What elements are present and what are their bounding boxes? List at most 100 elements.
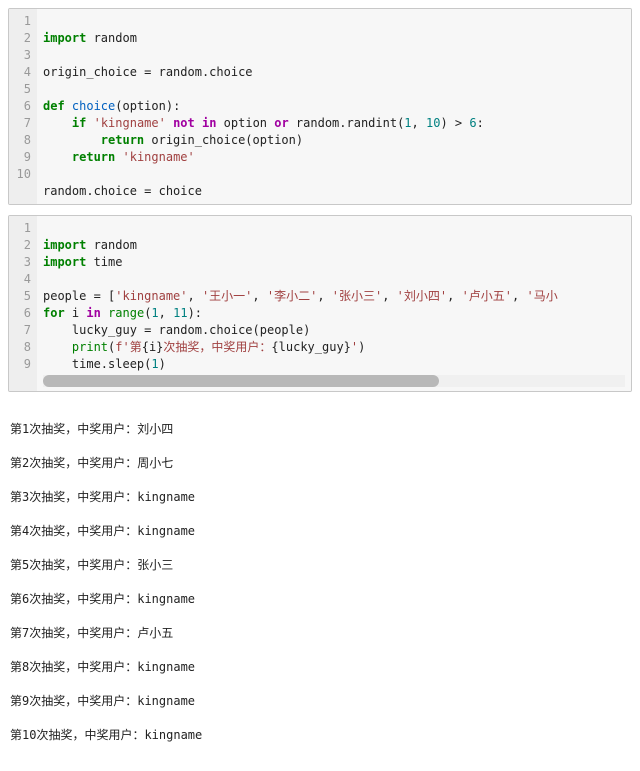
tok: option [216, 116, 274, 130]
output-line: 第6次抽奖，中奖用户：kingname [10, 591, 630, 608]
output-line: 第5次抽奖，中奖用户：张小三 [10, 557, 630, 574]
tok-for: for [43, 306, 65, 320]
output-line: 第7次抽奖，中奖用户：卢小五 [10, 625, 630, 642]
tok-import: import [43, 255, 86, 269]
tok: ) > [440, 116, 469, 130]
line-number: 6 [13, 305, 31, 322]
tok [101, 306, 108, 320]
tok-builtin: range [108, 306, 144, 320]
line-number: 2 [13, 237, 31, 254]
line-number: 10 [13, 166, 31, 183]
tok-num: 1 [404, 116, 411, 130]
line-number: 9 [13, 149, 31, 166]
tok-or: or [274, 116, 288, 130]
code-area-2[interactable]: 1 2 3 4 5 6 7 8 9 import random import t… [9, 216, 631, 391]
tok [86, 116, 93, 130]
tok: , [512, 289, 526, 303]
tok: , [447, 289, 461, 303]
tok-num: 10 [426, 116, 440, 130]
output-line: 第9次抽奖，中奖用户：kingname [10, 693, 630, 710]
tok-import: import [43, 31, 86, 45]
tok: people = [ [43, 289, 115, 303]
tok: ) [358, 340, 365, 354]
tok-in: in [86, 306, 100, 320]
line-number: 8 [13, 339, 31, 356]
code-editor-2[interactable]: import random import time people = ['kin… [37, 216, 631, 391]
tok-fstr: f'第 [115, 340, 141, 354]
line-number: 5 [13, 288, 31, 305]
line-number: 4 [13, 64, 31, 81]
output-line: 第1次抽奖，中奖用户：刘小四 [10, 421, 630, 438]
tok-num: 6 [469, 116, 476, 130]
tok [115, 150, 122, 164]
tok: random.randint( [289, 116, 405, 130]
tok [166, 116, 173, 130]
output-area: 第1次抽奖，中奖用户：刘小四 第2次抽奖，中奖用户：周小七 第3次抽奖，中奖用户… [8, 402, 632, 763]
gutter-2: 1 2 3 4 5 6 7 8 9 [9, 216, 37, 391]
tok-num: 1 [151, 357, 158, 371]
code-cell-1: 1 2 3 4 5 6 7 8 9 10 import random origi… [8, 8, 632, 205]
output-line: 第8次抽奖，中奖用户：kingname [10, 659, 630, 676]
line-number: 1 [13, 13, 31, 30]
tok [195, 116, 202, 130]
tok-not: not [173, 116, 195, 130]
scrollbar-thumb[interactable] [43, 375, 439, 387]
tok: , [412, 116, 426, 130]
line-number: 6 [13, 98, 31, 115]
tok-str: '王小一' [202, 289, 252, 303]
line-number: 3 [13, 47, 31, 64]
output-line: 第3次抽奖，中奖用户：kingname [10, 489, 630, 506]
tok-str: '刘小四' [397, 289, 447, 303]
tok-fstr: 次抽奖，中奖用户： [163, 340, 271, 354]
tok-funcname: choice [65, 99, 116, 113]
tok: ) [159, 357, 166, 371]
tok-if: if [72, 116, 86, 130]
tok: lucky_guy = random.choice(people) [43, 323, 310, 337]
code-cell-2: 1 2 3 4 5 6 7 8 9 import random import t… [8, 215, 632, 392]
tok: (option): [115, 99, 180, 113]
tok: : [477, 116, 484, 130]
tok-builtin: print [72, 340, 108, 354]
tok-str: '李小二' [267, 289, 317, 303]
tok: time [86, 255, 122, 269]
tok: random [86, 31, 137, 45]
output-line: 第2次抽奖，中奖用户：周小七 [10, 455, 630, 472]
tok-return: return [101, 133, 144, 147]
line-number: 8 [13, 132, 31, 149]
output-line: 第4次抽奖，中奖用户：kingname [10, 523, 630, 540]
tok: random [86, 238, 137, 252]
tok-in: in [202, 116, 216, 130]
tok-num: 1 [151, 306, 158, 320]
tok: time.sleep( [43, 357, 151, 371]
tok-return: return [72, 150, 115, 164]
tok: origin_choice(option) [144, 133, 303, 147]
line-number: 5 [13, 81, 31, 98]
line-number: 2 [13, 30, 31, 47]
line-number: 3 [13, 254, 31, 271]
line-number: 7 [13, 322, 31, 339]
tok: random.choice = choice [43, 184, 202, 198]
tok-def: def [43, 99, 65, 113]
tok-str: 'kingname' [123, 150, 195, 164]
tok: , [382, 289, 396, 303]
tok-fexpr: {lucky_guy} [271, 340, 350, 354]
tok-import: import [43, 238, 86, 252]
line-number: 4 [13, 271, 31, 288]
line-number: 7 [13, 115, 31, 132]
tok-str: '卢小五' [462, 289, 512, 303]
tok: i [65, 306, 87, 320]
tok-num: 11 [173, 306, 187, 320]
horizontal-scrollbar[interactable] [43, 375, 625, 387]
tok: origin_choice = random.choice [43, 65, 253, 79]
tok: , [252, 289, 266, 303]
tok: , [188, 289, 202, 303]
output-line: 第10次抽奖，中奖用户：kingname [10, 727, 630, 744]
tok-str: '张小三' [332, 289, 382, 303]
tok-str: 'kingname' [115, 289, 187, 303]
tok: , [159, 306, 173, 320]
code-editor-1[interactable]: import random origin_choice = random.cho… [37, 9, 631, 204]
tok-fexpr: {i} [142, 340, 164, 354]
tok: ): [188, 306, 202, 320]
tok: , [317, 289, 331, 303]
code-area-1[interactable]: 1 2 3 4 5 6 7 8 9 10 import random origi… [9, 9, 631, 204]
